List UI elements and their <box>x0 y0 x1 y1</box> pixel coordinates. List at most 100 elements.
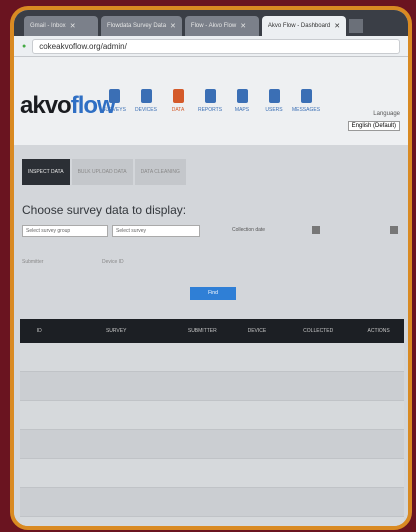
close-icon[interactable]: ✕ <box>170 22 176 30</box>
new-tab-button[interactable] <box>349 19 364 33</box>
cell-collected <box>283 371 354 401</box>
cell-submitter <box>173 400 231 430</box>
cell-collected <box>283 487 354 517</box>
tab-inspect-data[interactable]: INSPECT DATA <box>22 159 70 185</box>
address-bar: ● cokeakvoflow.org/admin/ <box>14 36 408 57</box>
users-icon <box>268 89 280 103</box>
cell-id <box>20 429 59 459</box>
cell-device <box>230 343 284 372</box>
cell-actions[interactable] <box>353 487 404 517</box>
photo-frame: Gmail - Inbox ✕ Flowdata Survey Data ✕ Flo… <box>10 6 412 530</box>
header-id[interactable]: ID <box>20 319 59 343</box>
cell-actions[interactable] <box>353 458 404 488</box>
cell-survey <box>58 371 174 401</box>
browser-tab-bar: Gmail - Inbox ✕ Flowdata Survey Data ✕ Flo… <box>14 10 408 36</box>
cell-submitter <box>173 458 231 488</box>
cell-actions[interactable] <box>353 343 404 372</box>
cell-survey <box>58 429 174 459</box>
table-row[interactable] <box>20 429 404 459</box>
browser-tab-4[interactable]: Akvo Flow - Dashboard ✕ <box>261 16 347 36</box>
cell-device <box>230 487 284 517</box>
browser-tab-1[interactable]: Gmail - Inbox ✕ <box>24 16 98 36</box>
cell-collected <box>283 516 354 526</box>
tab-label: Flowdata Survey Data <box>107 23 167 29</box>
language-select[interactable]: English (Default) <box>347 121 400 131</box>
cell-survey <box>58 487 174 517</box>
cell-actions[interactable] <box>353 371 404 401</box>
submitter-input[interactable]: Submitter <box>22 259 43 265</box>
calendar-icon[interactable] <box>312 226 320 234</box>
header-actions: ACTIONS <box>353 319 404 343</box>
cell-device <box>230 371 284 401</box>
nav-surveys[interactable]: SURVEYS <box>102 89 126 113</box>
logo-text: akvo <box>20 92 72 119</box>
cell-device <box>230 458 284 488</box>
akvo-flow-logo[interactable]: akvoflow <box>20 92 116 120</box>
nav-messages[interactable]: MESSAGES <box>291 89 321 113</box>
cell-collected <box>283 429 354 459</box>
nav-label: DEVICES <box>135 107 157 113</box>
nav-users[interactable]: USERS <box>262 89 286 113</box>
cell-id <box>20 458 59 488</box>
nav-label: MESSAGES <box>291 107 321 113</box>
calendar-icon[interactable] <box>390 226 398 234</box>
table-row[interactable] <box>20 487 404 517</box>
table-row[interactable] <box>20 343 404 372</box>
cell-actions[interactable] <box>353 429 404 459</box>
url-field[interactable]: cokeakvoflow.org/admin/ <box>32 38 400 54</box>
data-subtabs: INSPECT DATA BULK UPLOAD DATA DATA CLEAN… <box>22 159 186 185</box>
cell-id <box>20 400 59 430</box>
table-row[interactable] <box>20 458 404 488</box>
nav-label: USERS <box>265 107 283 113</box>
app-header: akvoflow SURVEYS DEVICES DATA REPORTS MA… <box>14 57 408 145</box>
cell-submitter <box>173 516 231 526</box>
map-icon <box>236 89 248 103</box>
filter-row: Select survey group Select survey Collec… <box>22 225 400 237</box>
cell-id <box>20 487 59 517</box>
nav-reports[interactable]: REPORTS <box>198 89 222 113</box>
cell-actions[interactable] <box>353 400 404 430</box>
main-content: INSPECT DATA BULK UPLOAD DATA DATA CLEAN… <box>14 145 408 526</box>
cell-submitter <box>173 343 231 372</box>
survey-select[interactable]: Select survey <box>112 225 200 237</box>
cell-collected <box>283 458 354 488</box>
nav-label: DATA <box>171 107 185 113</box>
cell-id <box>20 343 59 372</box>
main-nav: SURVEYS DEVICES DATA REPORTS MAPS USERS … <box>102 89 321 113</box>
close-icon[interactable]: ✕ <box>240 22 246 30</box>
cell-actions[interactable] <box>353 516 404 526</box>
survey-icon <box>108 89 120 103</box>
header-submitter[interactable]: SUBMITTER <box>173 319 231 343</box>
survey-group-select[interactable]: Select survey group <box>22 225 108 237</box>
cell-id <box>20 516 59 526</box>
tab-bulk-upload[interactable]: BULK UPLOAD DATA <box>71 159 133 185</box>
browser-tab-3[interactable]: Flow - Akvo Flow ✕ <box>184 16 259 36</box>
nav-data[interactable]: DATA <box>166 89 190 113</box>
cell-device <box>230 429 284 459</box>
browser-tab-2[interactable]: Flowdata Survey Data ✕ <box>101 16 182 36</box>
nav-maps[interactable]: MAPS <box>230 89 254 113</box>
nav-label: REPORTS <box>197 107 223 113</box>
tab-data-cleaning[interactable]: DATA CLEANING <box>134 159 186 185</box>
table-row[interactable] <box>20 371 404 401</box>
header-collected[interactable]: COLLECTED <box>283 319 354 343</box>
close-icon[interactable]: ✕ <box>334 22 340 30</box>
cell-device <box>230 400 284 430</box>
table-row[interactable] <box>20 516 404 526</box>
device-input[interactable]: Device ID <box>102 259 124 265</box>
header-survey[interactable]: SURVEY <box>58 319 174 343</box>
tab-label: Akvo Flow - Dashboard <box>267 23 331 29</box>
cell-survey <box>58 400 174 430</box>
language-label: Language <box>373 111 400 117</box>
nav-label: SURVEYS <box>102 107 126 113</box>
header-device[interactable]: DEVICE <box>230 319 284 343</box>
find-button[interactable]: Find <box>190 287 236 300</box>
cell-collected <box>283 400 354 430</box>
table-row[interactable] <box>20 400 404 430</box>
close-icon[interactable]: ✕ <box>70 22 76 30</box>
cell-submitter <box>173 371 231 401</box>
cell-survey <box>58 458 174 488</box>
survey-data-table: ID SURVEY SUBMITTER DEVICE COLLECTED ACT… <box>20 319 404 526</box>
nav-devices[interactable]: DEVICES <box>134 89 158 113</box>
filter-row-2: Submitter Device ID <box>22 257 400 267</box>
